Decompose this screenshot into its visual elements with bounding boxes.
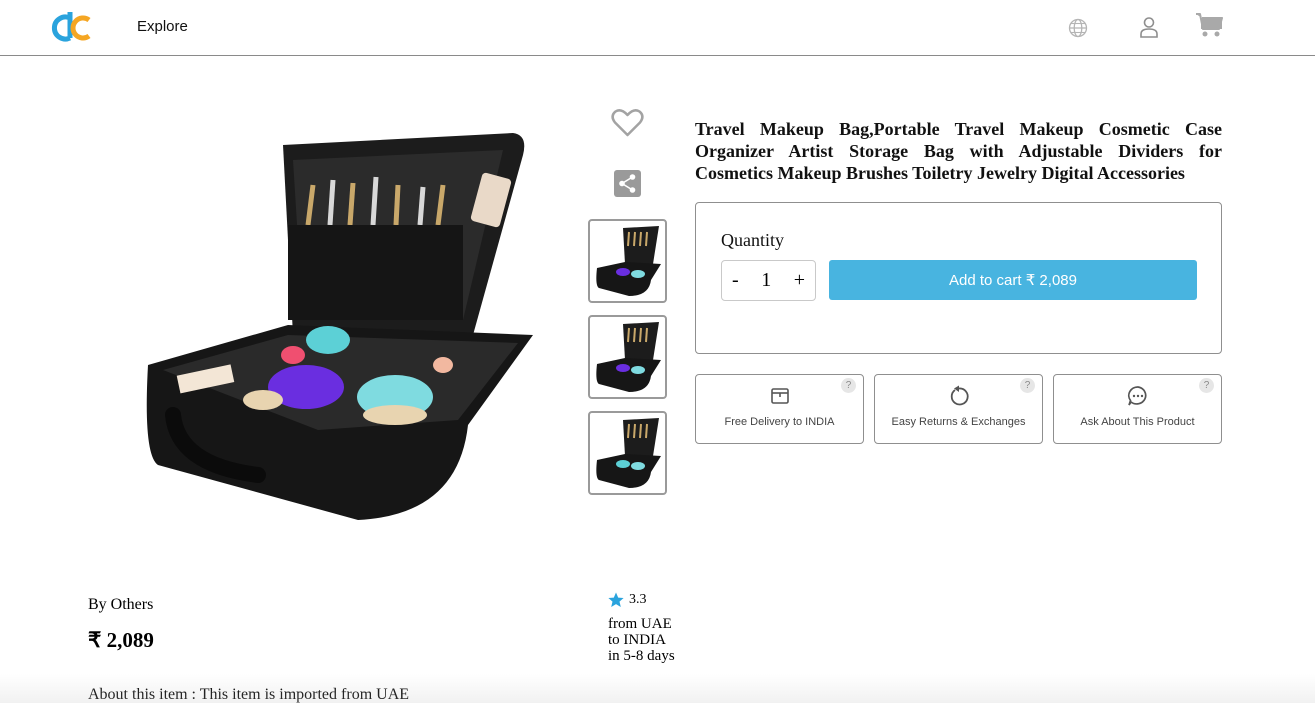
product-thumbnail-3[interactable] [588, 411, 667, 495]
wishlist-heart-icon[interactable] [611, 108, 644, 138]
quantity-value: 1 [761, 269, 772, 291]
quantity-increment-button[interactable]: + [794, 269, 805, 292]
chat-icon [1127, 386, 1146, 406]
shipping-info: from UAE to INDIA in 5-8 days [608, 616, 675, 664]
product-price: ₹ 2,089 [88, 628, 154, 652]
info-card-ask-product[interactable]: ? Ask About This Product [1053, 374, 1222, 444]
info-card-label: Free Delivery to INDIA [724, 416, 835, 428]
info-card-free-delivery[interactable]: ? Free Delivery to INDIA [695, 374, 864, 444]
help-icon[interactable]: ? [841, 378, 856, 393]
info-card-label: Easy Returns & Exchanges [891, 416, 1026, 428]
help-icon[interactable]: ? [1020, 378, 1035, 393]
seller-label: By Others [88, 596, 154, 613]
info-card-easy-returns[interactable]: ? Easy Returns & Exchanges [874, 374, 1043, 444]
shipping-duration: in 5-8 days [608, 648, 675, 664]
info-card-label: Ask About This Product [1080, 416, 1195, 428]
globe-icon[interactable] [1068, 18, 1088, 38]
logo-icon[interactable] [50, 8, 92, 44]
top-navbar: Explore [0, 0, 1315, 56]
product-main-image [146, 133, 533, 520]
quantity-label: Quantity [721, 230, 784, 250]
user-icon[interactable] [1139, 16, 1159, 38]
rating: 3.3 [608, 592, 647, 608]
add-to-cart-button[interactable]: Add to cart ₹ 2,089 [829, 260, 1197, 300]
shipping-from: from UAE [608, 616, 672, 632]
product-title: Travel Makeup Bag,Portable Travel Makeup… [695, 119, 1222, 183]
nav-explore[interactable]: Explore [137, 18, 188, 35]
product-thumbnail-2[interactable] [588, 315, 667, 399]
return-icon [950, 385, 969, 406]
cart-icon[interactable] [1195, 12, 1223, 38]
box-icon [770, 388, 789, 404]
share-icon[interactable] [614, 170, 641, 197]
about-item-text: About this item : This item is imported … [88, 686, 410, 703]
help-icon[interactable]: ? [1199, 378, 1214, 393]
shipping-to: to INDIA [608, 632, 666, 648]
product-thumbnail-1[interactable] [588, 219, 667, 303]
rating-value: 3.3 [629, 592, 647, 607]
purchase-panel: Quantity - 1 + Add to cart ₹ 2,089 [695, 202, 1222, 354]
quantity-stepper[interactable]: - 1 + [721, 260, 816, 301]
quantity-decrement-button[interactable]: - [732, 269, 739, 292]
star-icon [608, 592, 624, 607]
